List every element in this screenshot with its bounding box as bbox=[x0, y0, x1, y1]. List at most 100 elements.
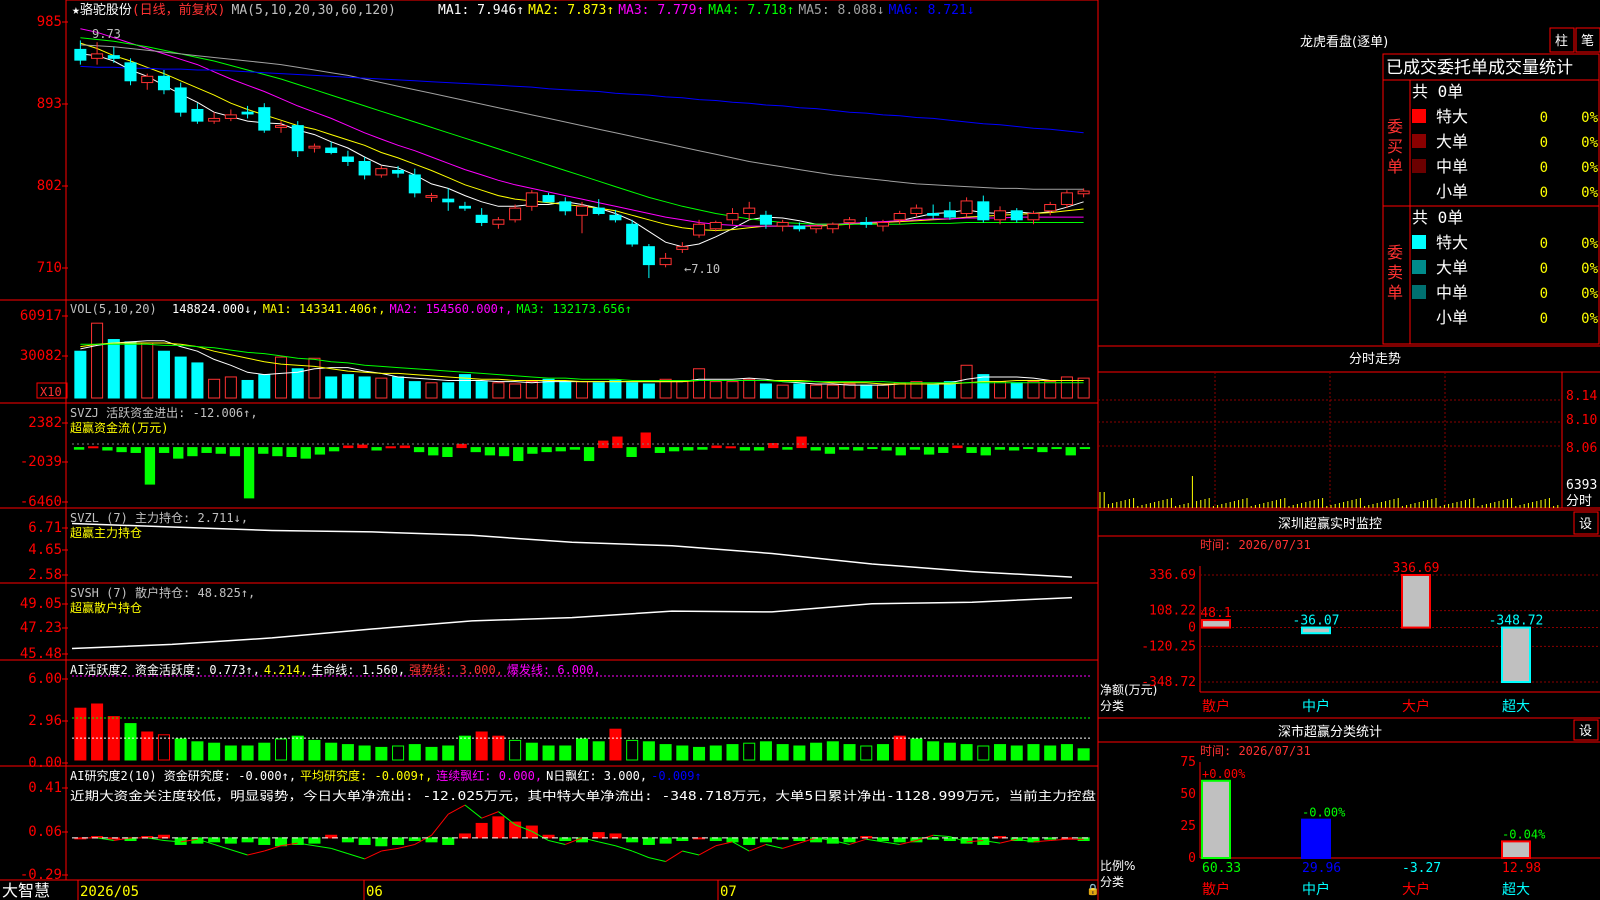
ma-header: MA(5,10,20,30,60,120) bbox=[232, 3, 396, 18]
lock-icon[interactable]: 🔒 bbox=[1086, 883, 1100, 896]
volume-panel[interactable] bbox=[74, 322, 1090, 399]
bar bbox=[1023, 447, 1034, 450]
bar bbox=[187, 447, 198, 457]
candle bbox=[291, 125, 304, 152]
bar bbox=[659, 837, 672, 844]
bar bbox=[843, 383, 856, 399]
legend-swatch bbox=[1412, 285, 1426, 299]
bar bbox=[442, 382, 455, 399]
side-label: 买 bbox=[1387, 137, 1403, 156]
bar bbox=[626, 739, 639, 761]
bar bbox=[759, 383, 772, 399]
bar bbox=[191, 741, 204, 761]
intraday-vol-label: 6393 bbox=[1566, 478, 1597, 493]
bar bbox=[876, 744, 890, 761]
header-value: N日飘红: 3.000, bbox=[546, 768, 647, 783]
bar bbox=[693, 746, 706, 761]
order-pct: 0% bbox=[1581, 185, 1598, 201]
research-line bbox=[397, 843, 415, 849]
bar bbox=[709, 381, 722, 399]
stats-tick: 75 bbox=[1180, 755, 1196, 770]
y-tick-label: 985 bbox=[37, 14, 62, 30]
candle bbox=[224, 114, 237, 119]
candle bbox=[308, 145, 321, 149]
research-line bbox=[665, 850, 683, 862]
bar bbox=[286, 447, 297, 458]
candle bbox=[743, 207, 756, 214]
bar bbox=[1044, 745, 1057, 761]
intraday-panel[interactable]: 分时走势 bbox=[1098, 345, 1600, 509]
bar bbox=[308, 837, 321, 844]
bar bbox=[470, 447, 481, 453]
y-tick-label: 0.00 bbox=[28, 755, 62, 771]
candle bbox=[1077, 190, 1090, 195]
bar bbox=[498, 447, 510, 457]
bar bbox=[325, 376, 338, 399]
svzl-panel[interactable] bbox=[71, 522, 1073, 578]
bar bbox=[923, 447, 935, 455]
research-line bbox=[247, 850, 265, 856]
lhb-rows: 共 0单特大 0 0%大单 0 0%中单 0 0%小单 0 0%委买单共 0单特大 0 0%大单 0 0… bbox=[1387, 82, 1599, 327]
order-type: 特大 bbox=[1436, 107, 1468, 126]
intraday-tick: 8.06 bbox=[1566, 441, 1597, 456]
bar bbox=[241, 837, 254, 843]
bar bbox=[759, 837, 772, 843]
bar bbox=[224, 745, 237, 761]
candle bbox=[626, 223, 639, 245]
order-pct: 0% bbox=[1581, 160, 1598, 176]
bar bbox=[1060, 744, 1073, 761]
bar bbox=[325, 742, 338, 761]
order-type: 大单 bbox=[1436, 258, 1468, 277]
price-panel[interactable] bbox=[74, 28, 1090, 279]
candle bbox=[208, 117, 221, 122]
stats-chart[interactable]: 75 50 25 0 +0.00% 60.33 散户 -0.00% 29.96 中户 -3.27 大户… bbox=[1180, 755, 1546, 898]
bar bbox=[927, 383, 940, 399]
bar bbox=[208, 837, 221, 843]
intraday-chart[interactable]: 8.14 8.10 8.06 6393分时 bbox=[1098, 372, 1597, 509]
bar bbox=[525, 825, 538, 839]
bar bbox=[938, 447, 949, 453]
monitor-bar-label: 48.1 bbox=[1200, 606, 1231, 621]
research-line bbox=[548, 840, 566, 845]
candle bbox=[776, 221, 789, 227]
bar bbox=[124, 723, 137, 761]
ai-activity-panel[interactable] bbox=[72, 675, 1092, 761]
candle bbox=[642, 246, 655, 266]
bar bbox=[575, 381, 589, 399]
y-axis-ticks: 985 893 802 710 60917 30082 2382 -2039 -6460 6.71… bbox=[20, 14, 68, 883]
header-value: MA6: 8.721↓ bbox=[888, 3, 974, 18]
svsh-panel[interactable] bbox=[71, 596, 1073, 650]
bar bbox=[1037, 447, 1048, 453]
research-line bbox=[230, 849, 248, 856]
bar bbox=[843, 837, 856, 843]
bar bbox=[141, 342, 154, 399]
bar bbox=[824, 447, 836, 454]
bar-mode-label: 柱 bbox=[1555, 34, 1568, 49]
research-line bbox=[782, 842, 800, 849]
bar bbox=[492, 735, 505, 761]
bar bbox=[654, 447, 666, 453]
svzj-header: SVZJ 活跃资金进出: -12.006↑, bbox=[70, 405, 258, 420]
candle bbox=[458, 205, 471, 209]
bar bbox=[1051, 447, 1062, 450]
ai-research-panel[interactable] bbox=[72, 804, 1092, 863]
stats-bar bbox=[1301, 818, 1331, 859]
svzj-panel[interactable] bbox=[72, 432, 1092, 499]
bar bbox=[960, 364, 973, 399]
intraday-tick: 8.14 bbox=[1566, 389, 1597, 404]
candle bbox=[241, 111, 254, 115]
x-axis: 2026/05 06 07 bbox=[77, 880, 737, 900]
order-count: 0 bbox=[1540, 185, 1548, 201]
period-label: (日线，前复权) bbox=[132, 2, 226, 18]
bar bbox=[1044, 381, 1057, 399]
bar bbox=[224, 837, 237, 844]
bar bbox=[838, 447, 850, 450]
candle bbox=[876, 221, 890, 227]
y-tick-label: 2382 bbox=[28, 415, 62, 431]
high-note: 9.73 bbox=[92, 27, 121, 41]
bar bbox=[642, 837, 655, 845]
research-line bbox=[749, 843, 767, 852]
order-count: 0 bbox=[1540, 135, 1548, 151]
main-chart-area[interactable]: ★骆驼股份(日线，前复权) MA(5,10,20,30,60,120) MA1: … bbox=[0, 0, 1600, 900]
stats-change-label: -0.04% bbox=[1502, 827, 1546, 841]
